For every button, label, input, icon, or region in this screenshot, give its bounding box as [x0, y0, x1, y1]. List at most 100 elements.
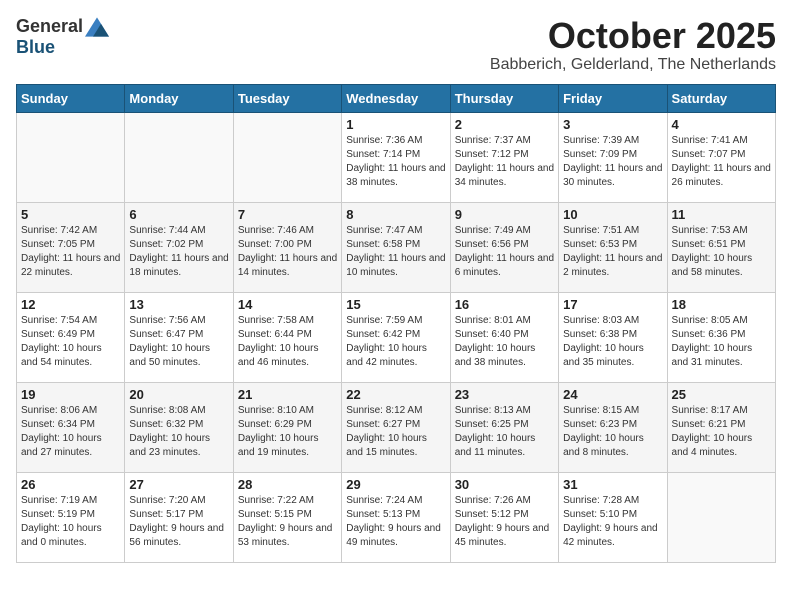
cell-info: Sunrise: 7:54 AMSunset: 6:49 PMDaylight:…: [21, 314, 120, 370]
day-number: 22: [346, 387, 445, 402]
cell-info: Sunrise: 7:22 AMSunset: 5:15 PMDaylight:…: [238, 494, 337, 550]
calendar-cell: 18 Sunrise: 8:05 AMSunset: 6:36 PMDayligh…: [667, 292, 775, 382]
day-number: 6: [129, 207, 228, 222]
day-number: 23: [455, 387, 554, 402]
weekday-header-wednesday: Wednesday: [342, 84, 450, 112]
day-number: 8: [346, 207, 445, 222]
calendar-cell: 23 Sunrise: 8:13 AMSunset: 6:25 PMDayligh…: [450, 382, 558, 472]
cell-info: Sunrise: 8:06 AMSunset: 6:34 PMDaylight:…: [21, 404, 120, 460]
day-number: 20: [129, 387, 228, 402]
day-number: 18: [672, 297, 771, 312]
logo-icon: [85, 17, 109, 37]
title-block: October 2025 Babberich, Gelderland, The …: [490, 16, 776, 74]
cell-info: Sunrise: 7:36 AMSunset: 7:14 PMDaylight:…: [346, 134, 445, 190]
calendar-cell: [125, 112, 233, 202]
cell-info: Sunrise: 8:01 AMSunset: 6:40 PMDaylight:…: [455, 314, 554, 370]
cell-info: Sunrise: 8:03 AMSunset: 6:38 PMDaylight:…: [563, 314, 662, 370]
day-number: 26: [21, 477, 120, 492]
calendar-cell: 25 Sunrise: 8:17 AMSunset: 6:21 PMDayligh…: [667, 382, 775, 472]
calendar-cell: 5 Sunrise: 7:42 AMSunset: 7:05 PMDaylight…: [17, 202, 125, 292]
calendar-cell: 2 Sunrise: 7:37 AMSunset: 7:12 PMDaylight…: [450, 112, 558, 202]
calendar-cell: 30 Sunrise: 7:26 AMSunset: 5:12 PMDayligh…: [450, 472, 558, 562]
day-number: 2: [455, 117, 554, 132]
calendar-cell: 9Sunrise: 7:49 AMSunset: 6:56 PMDaylight…: [450, 202, 558, 292]
calendar-cell: 27Sunrise: 7:20 AMSunset: 5:17 PMDayligh…: [125, 472, 233, 562]
day-number: 28: [238, 477, 337, 492]
day-number: 17: [563, 297, 662, 312]
day-number: 13: [129, 297, 228, 312]
week-row-1: 1Sunrise: 7:36 AMSunset: 7:14 PMDaylight…: [17, 112, 776, 202]
day-number: 12: [21, 297, 120, 312]
day-number: 21: [238, 387, 337, 402]
cell-info: Sunrise: 8:13 AMSunset: 6:25 PMDaylight:…: [455, 404, 554, 460]
cell-info: Sunrise: 7:37 AMSunset: 7:12 PMDaylight:…: [455, 134, 554, 190]
cell-info: Sunrise: 8:08 AMSunset: 6:32 PMDaylight:…: [129, 404, 228, 460]
day-number: 5: [21, 207, 120, 222]
cell-info: Sunrise: 7:58 AMSunset: 6:44 PMDaylight:…: [238, 314, 337, 370]
cell-info: Sunrise: 8:12 AMSunset: 6:27 PMDaylight:…: [346, 404, 445, 460]
weekday-header-monday: Monday: [125, 84, 233, 112]
cell-info: Sunrise: 7:51 AMSunset: 6:53 PMDaylight:…: [563, 224, 662, 280]
location: Babberich, Gelderland, The Netherlands: [490, 56, 776, 74]
calendar-cell: 21Sunrise: 8:10 AMSunset: 6:29 PMDayligh…: [233, 382, 341, 472]
calendar-cell: 29 Sunrise: 7:24 AMSunset: 5:13 PMDayligh…: [342, 472, 450, 562]
calendar-cell: 20 Sunrise: 8:08 AMSunset: 6:32 PMDayligh…: [125, 382, 233, 472]
calendar-cell: 24Sunrise: 8:15 AMSunset: 6:23 PMDayligh…: [559, 382, 667, 472]
cell-info: Sunrise: 7:28 AMSunset: 5:10 PMDaylight:…: [563, 494, 662, 550]
calendar-cell: 13 Sunrise: 7:56 AMSunset: 6:47 PMDayligh…: [125, 292, 233, 382]
day-number: 30: [455, 477, 554, 492]
week-row-5: 26Sunrise: 7:19 AMSunset: 5:19 PMDayligh…: [17, 472, 776, 562]
calendar-cell: [233, 112, 341, 202]
calendar-cell: 10 Sunrise: 7:51 AMSunset: 6:53 PMDayligh…: [559, 202, 667, 292]
month-title: October 2025: [490, 16, 776, 56]
calendar-cell: 8 Sunrise: 7:47 AMSunset: 6:58 PMDaylight…: [342, 202, 450, 292]
day-number: 7: [238, 207, 337, 222]
calendar-cell: 15 Sunrise: 7:59 AMSunset: 6:42 PMDayligh…: [342, 292, 450, 382]
cell-info: Sunrise: 7:42 AMSunset: 7:05 PMDaylight:…: [21, 224, 120, 280]
weekday-header-thursday: Thursday: [450, 84, 558, 112]
cell-info: Sunrise: 7:24 AMSunset: 5:13 PMDaylight:…: [346, 494, 445, 550]
calendar-body: 1Sunrise: 7:36 AMSunset: 7:14 PMDaylight…: [17, 112, 776, 562]
cell-info: Sunrise: 7:20 AMSunset: 5:17 PMDaylight:…: [129, 494, 228, 550]
logo: General Blue: [16, 16, 109, 58]
cell-info: Sunrise: 7:41 AMSunset: 7:07 PMDaylight:…: [672, 134, 771, 190]
cell-info: Sunrise: 7:56 AMSunset: 6:47 PMDaylight:…: [129, 314, 228, 370]
cell-info: Sunrise: 8:05 AMSunset: 6:36 PMDaylight:…: [672, 314, 771, 370]
calendar-cell: 22 Sunrise: 8:12 AMSunset: 6:27 PMDayligh…: [342, 382, 450, 472]
day-number: 24: [563, 387, 662, 402]
calendar-table: SundayMondayTuesdayWednesdayThursdayFrid…: [16, 84, 776, 563]
cell-info: Sunrise: 7:46 AMSunset: 7:00 PMDaylight:…: [238, 224, 337, 280]
day-number: 4: [672, 117, 771, 132]
page-header: General Blue October 2025 Babberich, Gel…: [16, 16, 776, 74]
logo-blue-text: Blue: [16, 37, 55, 58]
calendar-cell: 26Sunrise: 7:19 AMSunset: 5:19 PMDayligh…: [17, 472, 125, 562]
calendar-cell: 28 Sunrise: 7:22 AMSunset: 5:15 PMDayligh…: [233, 472, 341, 562]
day-number: 11: [672, 207, 771, 222]
day-number: 25: [672, 387, 771, 402]
day-number: 9: [455, 207, 554, 222]
day-number: 10: [563, 207, 662, 222]
calendar-cell: 17 Sunrise: 8:03 AMSunset: 6:38 PMDayligh…: [559, 292, 667, 382]
day-number: 15: [346, 297, 445, 312]
day-number: 19: [21, 387, 120, 402]
cell-info: Sunrise: 7:53 AMSunset: 6:51 PMDaylight:…: [672, 224, 771, 280]
weekday-header-friday: Friday: [559, 84, 667, 112]
calendar-cell: 12 Sunrise: 7:54 AMSunset: 6:49 PMDayligh…: [17, 292, 125, 382]
week-row-4: 19 Sunrise: 8:06 AMSunset: 6:34 PMDayligh…: [17, 382, 776, 472]
calendar-cell: 11 Sunrise: 7:53 AMSunset: 6:51 PMDayligh…: [667, 202, 775, 292]
cell-info: Sunrise: 8:17 AMSunset: 6:21 PMDaylight:…: [672, 404, 771, 460]
cell-info: Sunrise: 7:47 AMSunset: 6:58 PMDaylight:…: [346, 224, 445, 280]
calendar-cell: 31Sunrise: 7:28 AMSunset: 5:10 PMDayligh…: [559, 472, 667, 562]
day-number: 16: [455, 297, 554, 312]
calendar-cell: [17, 112, 125, 202]
calendar-header: SundayMondayTuesdayWednesdayThursdayFrid…: [17, 84, 776, 112]
week-row-2: 5 Sunrise: 7:42 AMSunset: 7:05 PMDaylight…: [17, 202, 776, 292]
day-number: 29: [346, 477, 445, 492]
cell-info: Sunrise: 7:59 AMSunset: 6:42 PMDaylight:…: [346, 314, 445, 370]
cell-info: Sunrise: 7:39 AMSunset: 7:09 PMDaylight:…: [563, 134, 662, 190]
week-row-3: 12 Sunrise: 7:54 AMSunset: 6:49 PMDayligh…: [17, 292, 776, 382]
calendar-cell: 16 Sunrise: 8:01 AMSunset: 6:40 PMDayligh…: [450, 292, 558, 382]
day-number: 3: [563, 117, 662, 132]
cell-info: Sunrise: 7:26 AMSunset: 5:12 PMDaylight:…: [455, 494, 554, 550]
calendar-cell: 6Sunrise: 7:44 AMSunset: 7:02 PMDaylight…: [125, 202, 233, 292]
